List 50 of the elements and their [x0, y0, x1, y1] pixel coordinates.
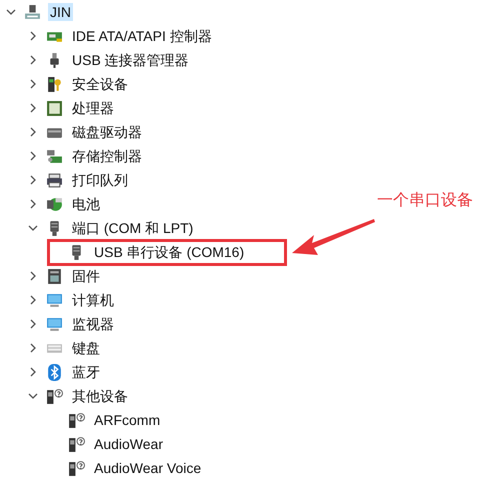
expand-chevron-icon[interactable]: [28, 79, 38, 89]
expand-chevron-icon[interactable]: [28, 127, 38, 137]
tree-item[interactable]: 电池: [70, 195, 102, 213]
tree-item[interactable]: 计算机: [70, 291, 116, 309]
tree-item[interactable]: 安全设备: [70, 75, 130, 93]
tree-item[interactable]: USB 串行设备 (COM16): [92, 243, 246, 261]
tree-item[interactable]: 监视器: [70, 315, 116, 333]
collapse-chevron-icon[interactable]: [28, 391, 38, 401]
expand-chevron-icon[interactable]: [28, 199, 38, 209]
expand-chevron-icon[interactable]: [28, 367, 38, 377]
key-device-icon: [46, 76, 63, 92]
tree-item[interactable]: 其他设备: [70, 387, 130, 405]
expand-chevron-icon[interactable]: [28, 103, 38, 113]
monitor-icon: [46, 316, 63, 332]
expand-chevron-icon[interactable]: [28, 175, 38, 185]
expand-chevron-icon[interactable]: [28, 31, 38, 41]
annotation-text: 一个串口设备: [377, 190, 473, 211]
expand-chevron-icon[interactable]: [28, 151, 38, 161]
expand-chevron-icon[interactable]: [28, 295, 38, 305]
tree-item[interactable]: 存储控制器: [70, 147, 144, 165]
battery-icon: [46, 196, 63, 212]
expand-chevron-icon[interactable]: [28, 319, 38, 329]
tree-item[interactable]: 蓝牙: [70, 363, 102, 381]
firmware-icon: [46, 268, 63, 284]
unknown-device-icon: [68, 412, 85, 428]
unknown-device-icon: [46, 388, 63, 404]
monitor-icon: [46, 292, 63, 308]
computer-icon: [24, 4, 41, 20]
tree-item[interactable]: 处理器: [70, 99, 116, 117]
bluetooth-icon: [46, 364, 63, 380]
storage-controller-icon: [46, 148, 63, 164]
tree-item[interactable]: 键盘: [70, 339, 102, 357]
collapse-chevron-icon[interactable]: [28, 223, 38, 233]
collapse-chevron-icon[interactable]: [6, 7, 16, 17]
tree-item[interactable]: USB 连接器管理器: [70, 51, 191, 69]
tree-item[interactable]: 端口 (COM 和 LPT): [70, 219, 196, 237]
expand-chevron-icon[interactable]: [28, 343, 38, 353]
tree-item[interactable]: IDE ATA/ATAPI 控制器: [70, 27, 214, 45]
tree-item[interactable]: JIN: [48, 3, 73, 21]
chip-icon: [46, 100, 63, 116]
unknown-device-icon: [68, 436, 85, 452]
tree-item[interactable]: AudioWear: [92, 435, 166, 453]
tree-item[interactable]: 磁盘驱动器: [70, 123, 144, 141]
printer-icon: [46, 172, 63, 188]
tree-item[interactable]: ARFcomm: [92, 411, 162, 429]
expand-chevron-icon[interactable]: [28, 55, 38, 65]
expand-chevron-icon[interactable]: [28, 271, 38, 281]
tree-item[interactable]: AudioWear Voice: [92, 459, 204, 477]
tree-item[interactable]: 打印队列: [70, 171, 130, 189]
tree-item[interactable]: 固件: [70, 267, 102, 285]
